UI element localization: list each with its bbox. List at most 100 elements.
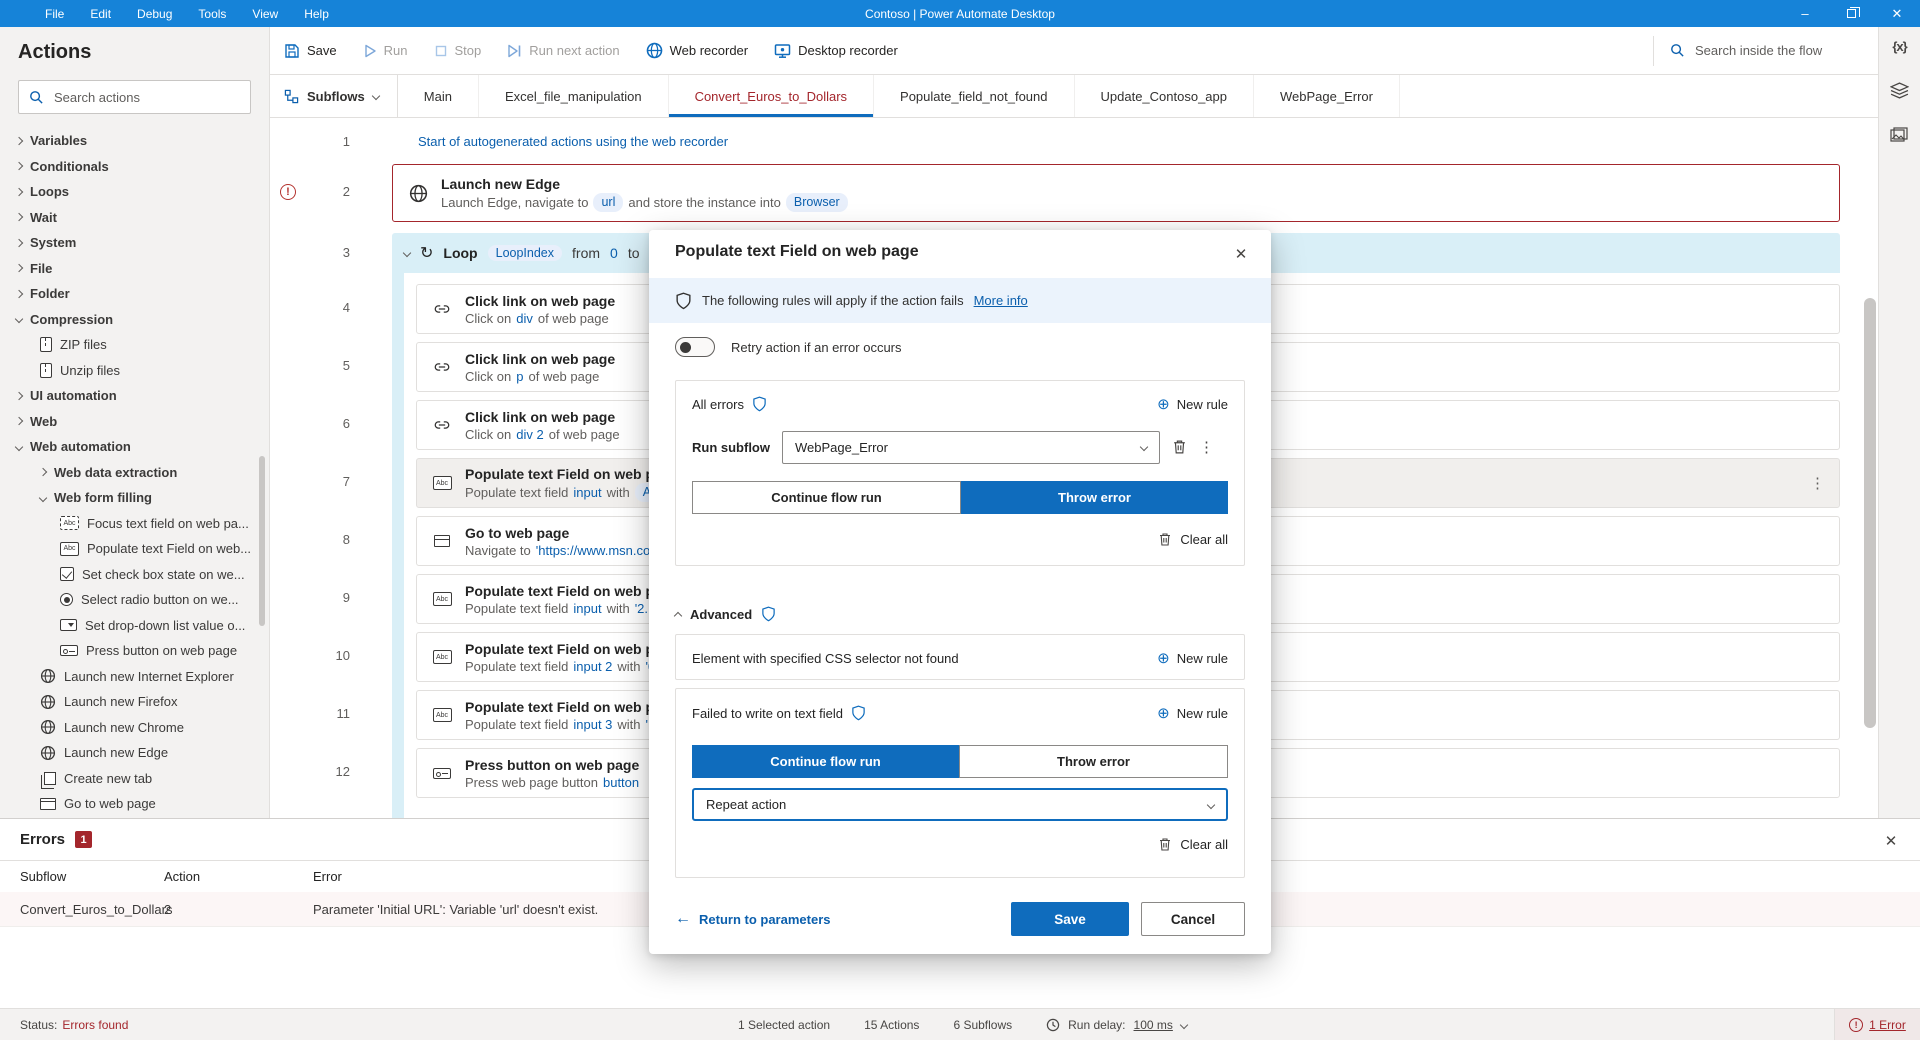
save-button[interactable]: Save bbox=[284, 43, 337, 59]
rule-kebab-menu[interactable]: ⋮ bbox=[1199, 438, 1214, 456]
tree-group-compression[interactable]: Compression bbox=[0, 307, 269, 333]
tree-action-populate-text-field[interactable]: AbcPopulate text Field on web... bbox=[0, 536, 269, 562]
menu-view[interactable]: View bbox=[239, 0, 291, 27]
tree-action-press-button[interactable]: Press button on web page bbox=[0, 638, 269, 664]
tab-main[interactable]: Main bbox=[398, 75, 479, 117]
advanced-section-toggle[interactable]: Advanced bbox=[675, 606, 776, 622]
tab-webpage-error[interactable]: WebPage_Error bbox=[1254, 75, 1400, 117]
throw-error-option[interactable]: Throw error bbox=[959, 745, 1228, 778]
throw-error-option[interactable]: Throw error bbox=[961, 481, 1228, 514]
search-actions-input[interactable]: Search actions bbox=[18, 80, 251, 114]
flow-comment[interactable]: Start of autogenerated actions using the… bbox=[418, 134, 728, 149]
tree-group-conditionals[interactable]: Conditionals bbox=[0, 154, 269, 180]
literal-token: input bbox=[573, 600, 601, 617]
tree-action-launch-edge[interactable]: Launch new Edge bbox=[0, 740, 269, 766]
tree-group-variables[interactable]: Variables bbox=[0, 128, 269, 154]
tree-action-launch-chrome[interactable]: Launch new Chrome bbox=[0, 715, 269, 741]
tree-group-web-automation[interactable]: Web automation bbox=[0, 434, 269, 460]
menu-edit[interactable]: Edit bbox=[77, 0, 124, 27]
new-rule-button[interactable]: ⊕New rule bbox=[1157, 706, 1228, 721]
tree-action-set-dropdown[interactable]: Set drop-down list value o... bbox=[0, 613, 269, 639]
run-button[interactable]: Run bbox=[363, 43, 408, 58]
sidebar-scrollbar[interactable] bbox=[259, 456, 265, 626]
menu-tools[interactable]: Tools bbox=[185, 0, 239, 27]
menu-help[interactable]: Help bbox=[291, 0, 342, 27]
variables-pane-button[interactable]: {x} bbox=[1892, 39, 1906, 54]
tree-action-zip-files[interactable]: ZIP files bbox=[0, 332, 269, 358]
retry-toggle[interactable] bbox=[675, 337, 715, 357]
stop-button[interactable]: Stop bbox=[434, 43, 482, 58]
images-pane-button[interactable] bbox=[1890, 127, 1909, 143]
collapse-loop-icon[interactable] bbox=[403, 249, 411, 257]
tab-convert-euros-to-dollars[interactable]: Convert_Euros_to_Dollars bbox=[669, 75, 874, 117]
variable-pill[interactable]: url bbox=[593, 193, 623, 212]
tree-action-focus-text-field[interactable]: AbcFocus text field on web pa... bbox=[0, 511, 269, 537]
continue-flow-run-option[interactable]: Continue flow run bbox=[692, 745, 959, 778]
action-launch-new-edge[interactable]: Launch new Edge Launch Edge, navigate to… bbox=[392, 164, 1840, 222]
menu-debug[interactable]: Debug bbox=[124, 0, 185, 27]
subflows-dropdown[interactable]: Subflows bbox=[270, 75, 398, 117]
tree-action-launch-ie[interactable]: Launch new Internet Explorer bbox=[0, 664, 269, 690]
delete-rule-icon[interactable] bbox=[1172, 439, 1187, 455]
tree-action-launch-firefox[interactable]: Launch new Firefox bbox=[0, 689, 269, 715]
menu-file[interactable]: File bbox=[32, 0, 77, 27]
variable-pill[interactable]: Browser bbox=[786, 193, 848, 212]
tree-group-web-data-extraction[interactable]: Web data extraction bbox=[0, 460, 269, 486]
tree-action-create-new-tab[interactable]: Create new tab bbox=[0, 766, 269, 792]
new-rule-button[interactable]: ⊕New rule bbox=[1157, 651, 1228, 666]
row-kebab-menu[interactable]: ⋮ bbox=[1810, 474, 1825, 492]
variable-pill[interactable]: LoopIndex bbox=[488, 245, 562, 261]
tree-label: UI automation bbox=[30, 388, 117, 403]
save-dialog-button[interactable]: Save bbox=[1011, 902, 1129, 936]
chevron-right-icon bbox=[15, 239, 23, 247]
new-rule-button[interactable]: ⊕New rule bbox=[1157, 397, 1228, 412]
tree-group-file[interactable]: File bbox=[0, 256, 269, 282]
continue-flow-run-option[interactable]: Continue flow run bbox=[692, 481, 961, 514]
minimize-button[interactable]: – bbox=[1782, 0, 1828, 27]
failure-action-dropdown[interactable]: Repeat action bbox=[692, 788, 1228, 821]
restore-button[interactable] bbox=[1828, 0, 1874, 27]
search-flow-input[interactable]: Search inside the flow bbox=[1653, 36, 1868, 66]
clear-all-button[interactable]: Clear all bbox=[676, 837, 1244, 852]
advanced-label: Advanced bbox=[690, 607, 752, 622]
web-recorder-button[interactable]: Web recorder bbox=[646, 42, 749, 59]
failed-write-rule-card: Failed to write on text field ⊕New rule … bbox=[675, 688, 1245, 878]
literal-token: input 3 bbox=[573, 716, 612, 733]
row-number: 8 bbox=[326, 532, 350, 547]
dialog-close-button[interactable]: ✕ bbox=[1229, 242, 1253, 266]
desktop-recorder-button[interactable]: Desktop recorder bbox=[774, 43, 898, 59]
return-to-parameters-link[interactable]: ← Return to parameters bbox=[675, 910, 830, 928]
more-info-link[interactable]: More info bbox=[974, 293, 1028, 308]
row-number: 5 bbox=[326, 358, 350, 373]
tree-group-ui-automation[interactable]: UI automation bbox=[0, 383, 269, 409]
tab-update-contoso-app[interactable]: Update_Contoso_app bbox=[1075, 75, 1255, 117]
close-button[interactable]: ✕ bbox=[1874, 0, 1920, 27]
tree-action-select-radio[interactable]: Select radio button on we... bbox=[0, 587, 269, 613]
tree-group-loops[interactable]: Loops bbox=[0, 179, 269, 205]
flow-scrollbar[interactable] bbox=[1864, 298, 1876, 728]
tree-group-system[interactable]: System bbox=[0, 230, 269, 256]
tab-excel-file-manipulation[interactable]: Excel_file_manipulation bbox=[479, 75, 669, 117]
new-tab-icon bbox=[44, 772, 56, 785]
action-desc: Populate text field bbox=[465, 484, 568, 501]
banner-text: The following rules will apply if the ac… bbox=[702, 293, 964, 308]
dialog-resize-grip[interactable] bbox=[1259, 942, 1267, 950]
run-subflow-dropdown[interactable]: WebPage_Error bbox=[782, 431, 1160, 464]
ui-elements-pane-button[interactable] bbox=[1890, 82, 1909, 99]
cancel-dialog-button[interactable]: Cancel bbox=[1141, 902, 1245, 936]
tree-group-web[interactable]: Web bbox=[0, 409, 269, 435]
tree-group-wait[interactable]: Wait bbox=[0, 205, 269, 231]
run-delay-control[interactable]: Run delay: 100 ms bbox=[1046, 1018, 1187, 1032]
run-next-action-button[interactable]: Run next action bbox=[507, 43, 619, 58]
error-count-button[interactable]: ! 1 Error bbox=[1834, 1009, 1920, 1040]
errors-panel-close-button[interactable]: ✕ bbox=[1878, 828, 1904, 854]
clear-all-button[interactable]: Clear all bbox=[676, 532, 1244, 547]
tree-group-web-form-filling[interactable]: Web form filling bbox=[0, 485, 269, 511]
run-delay-value[interactable]: 100 ms bbox=[1134, 1018, 1173, 1032]
tree-action-go-to-web-page[interactable]: Go to web page bbox=[0, 791, 269, 817]
tree-group-folder[interactable]: Folder bbox=[0, 281, 269, 307]
tree-action-set-checkbox[interactable]: Set check box state on we... bbox=[0, 562, 269, 588]
tab-label: Update_Contoso_app bbox=[1101, 89, 1228, 104]
tree-action-unzip-files[interactable]: Unzip files bbox=[0, 358, 269, 384]
tab-populate-field-not-found[interactable]: Populate_field_not_found bbox=[874, 75, 1074, 117]
